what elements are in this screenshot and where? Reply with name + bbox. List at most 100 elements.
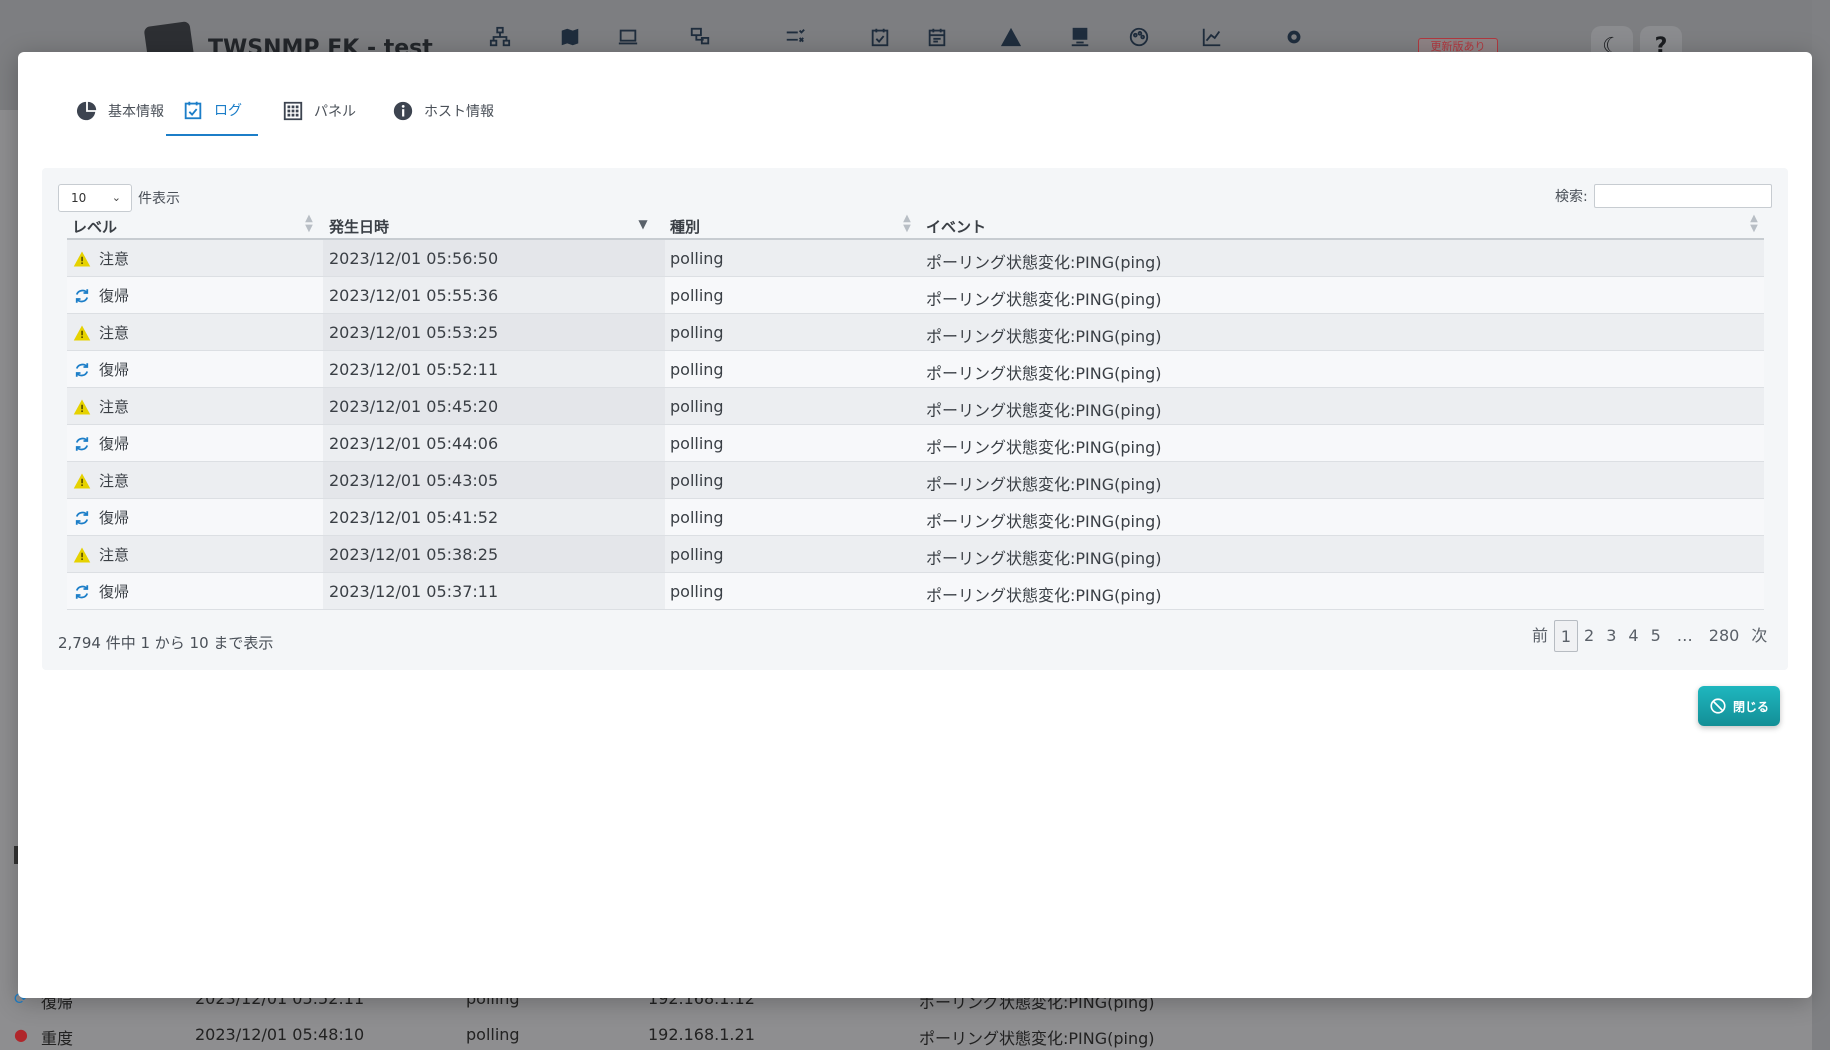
chart-line-icon[interactable]: [1200, 26, 1224, 50]
table-row[interactable]: 復帰 2023/12/01 05:37:11 polling ポーリング状態変化:PI…: [67, 573, 1764, 610]
type-cell: polling: [466, 1025, 520, 1044]
type-cell: polling: [670, 434, 724, 453]
pagination-page-1[interactable]: 1: [1554, 620, 1579, 652]
time-cell: 2023/12/01 05:41:52: [329, 508, 499, 527]
time-cell: 2023/12/01 05:55:36: [329, 286, 499, 305]
table-info-text: 2,794 件中 1 から 10 まで表示: [58, 634, 274, 652]
pagination-page-2[interactable]: 2: [1578, 620, 1600, 652]
level-label: 復帰: [99, 287, 130, 305]
search-label: 検索:: [1555, 189, 1588, 205]
time-cell: 2023/12/01 05:53:25: [329, 323, 499, 342]
warning-icon: [73, 399, 91, 414]
event-cell: ポーリング状態変化:PING(ping): [926, 401, 1162, 420]
page-length-value: 10: [71, 191, 87, 205]
level-cell: 復帰: [73, 433, 129, 454]
calendar-check-icon: [184, 101, 202, 120]
repair-icon: [75, 436, 89, 451]
table-row[interactable]: 注意 2023/12/01 05:43:05 polling ポーリング状態変化:PI…: [67, 462, 1764, 499]
table-body: 注意 2023/12/01 05:56:50 polling ポーリング状態変化:PI…: [67, 240, 1764, 610]
calendar-check-icon[interactable]: [868, 26, 892, 50]
event-cell: ポーリング状態変化:PING(ping): [926, 512, 1162, 531]
time-cell: 2023/12/01 05:52:11: [329, 360, 499, 379]
device-network-icon[interactable]: [688, 26, 712, 50]
pagination-page-5[interactable]: 5: [1645, 620, 1667, 652]
sort-desc-icon: ▼: [638, 217, 648, 231]
tab-log[interactable]: ログ: [166, 86, 258, 136]
level-cell: 復帰: [73, 581, 129, 602]
monitor-check-icon[interactable]: [1068, 26, 1092, 50]
network-map-icon[interactable]: [488, 26, 512, 50]
checklist-icon[interactable]: [783, 26, 807, 50]
background-table-row: ● 重度 2023/12/01 05:48:10 polling 192.168…: [0, 1016, 1830, 1050]
grid-icon: [283, 101, 303, 121]
table-row[interactable]: 注意 2023/12/01 05:53:25 polling ポーリング状態変化:PI…: [67, 314, 1764, 351]
event-cell: ポーリング状態変化:PING(ping): [926, 475, 1162, 494]
pagination-ellipsis: …: [1676, 626, 1693, 645]
level-label: 注意: [99, 250, 130, 268]
level-label: 復帰: [99, 583, 130, 601]
table-row[interactable]: 復帰 2023/12/01 05:52:11 polling ポーリング状態変化:PI…: [67, 351, 1764, 388]
type-cell: polling: [670, 360, 724, 379]
node-info-modal: 基本情報 ログ パネル ホスト情報 10 ⌄ 件表示 検索: レベル ▲ ▼ 発生…: [18, 52, 1812, 998]
column-header-type[interactable]: 種別: [670, 216, 700, 237]
pagination-next[interactable]: 次: [1745, 620, 1773, 652]
map-icon[interactable]: [558, 26, 582, 50]
laptop-icon[interactable]: [616, 26, 640, 50]
event-cell: ポーリング状態変化:PING(ping): [919, 1029, 1155, 1048]
palette-icon[interactable]: [1127, 26, 1151, 50]
ip-cell: 192.168.1.21: [648, 1025, 755, 1044]
table-header: レベル ▲ ▼ 発生日時 ▼ 種別 ▲ ▼ イベント ▲ ▼: [67, 212, 1764, 240]
table-row[interactable]: 注意 2023/12/01 05:56:50 polling ポーリング状態変化:PI…: [67, 240, 1764, 277]
tab-host-info[interactable]: ホスト情報: [392, 86, 494, 136]
event-cell: ポーリング状態変化:PING(ping): [926, 586, 1162, 605]
warning-icon: [73, 325, 91, 340]
level-label: 注意: [99, 472, 130, 490]
page-length-select[interactable]: 10 ⌄: [58, 184, 132, 212]
level-label: 復帰: [99, 435, 130, 453]
type-cell: polling: [670, 508, 724, 527]
close-button[interactable]: 閉じる: [1698, 686, 1780, 726]
tab-panel[interactable]: パネル: [282, 86, 356, 136]
event-cell: ポーリング状態変化:PING(ping): [926, 327, 1162, 346]
search-input[interactable]: [1594, 184, 1772, 208]
level-cell: 注意: [73, 322, 129, 343]
column-header-level[interactable]: レベル: [72, 216, 117, 237]
pagination-page-4[interactable]: 4: [1622, 620, 1644, 652]
level-cell: 注意: [73, 544, 129, 565]
table-row[interactable]: 注意 2023/12/01 05:38:25 polling ポーリング状態変化:PI…: [67, 536, 1764, 573]
column-header-time[interactable]: 発生日時: [329, 216, 389, 237]
sort-icon: ▲ ▼: [305, 213, 313, 234]
pagination-page-last[interactable]: 280: [1703, 620, 1746, 652]
pagination-page-3[interactable]: 3: [1600, 620, 1622, 652]
gear-icon[interactable]: [1282, 26, 1306, 50]
pie-chart-icon: [76, 101, 97, 121]
tab-basic-info[interactable]: 基本情報: [76, 86, 164, 136]
event-cell: ポーリング状態変化:PING(ping): [926, 549, 1162, 568]
scrollbar-track[interactable]: [1812, 0, 1830, 1050]
time-cell: 2023/12/01 05:56:50: [329, 249, 499, 268]
warning-icon[interactable]: [999, 26, 1023, 50]
type-cell: polling: [670, 582, 724, 601]
type-cell: polling: [670, 471, 724, 490]
level-label: 注意: [99, 546, 130, 564]
repair-icon: [75, 288, 89, 303]
time-cell: 2023/12/01 05:37:11: [329, 582, 499, 601]
table-row[interactable]: 復帰 2023/12/01 05:41:52 polling ポーリング状態変化:PI…: [67, 499, 1764, 536]
table-row[interactable]: 注意 2023/12/01 05:45:20 polling ポーリング状態変化:PI…: [67, 388, 1764, 425]
pagination-prev[interactable]: 前: [1526, 620, 1554, 652]
type-cell: polling: [670, 397, 724, 416]
level-cell: 注意: [73, 396, 129, 417]
time-cell: 2023/12/01 05:38:25: [329, 545, 499, 564]
level-label: 注意: [99, 324, 130, 342]
type-cell: polling: [670, 545, 724, 564]
log-table: レベル ▲ ▼ 発生日時 ▼ 種別 ▲ ▼ イベント ▲ ▼ 注意 2023/12/01…: [67, 212, 1764, 610]
calendar-icon[interactable]: [925, 26, 949, 50]
table-row[interactable]: 復帰 2023/12/01 05:44:06 polling ポーリング状態変化:PI…: [67, 425, 1764, 462]
table-row[interactable]: 復帰 2023/12/01 05:55:36 polling ポーリング状態変化:PI…: [67, 277, 1764, 314]
repair-icon: [75, 362, 89, 377]
danger-icon: ●: [14, 1025, 28, 1044]
tab-label: パネル: [314, 104, 356, 120]
column-header-event[interactable]: イベント: [926, 216, 986, 237]
sort-icon: ▲ ▼: [1750, 213, 1758, 234]
log-table-panel: 10 ⌄ 件表示 検索: レベル ▲ ▼ 発生日時 ▼ 種別 ▲ ▼ イベント ▲ ▼…: [42, 168, 1788, 670]
